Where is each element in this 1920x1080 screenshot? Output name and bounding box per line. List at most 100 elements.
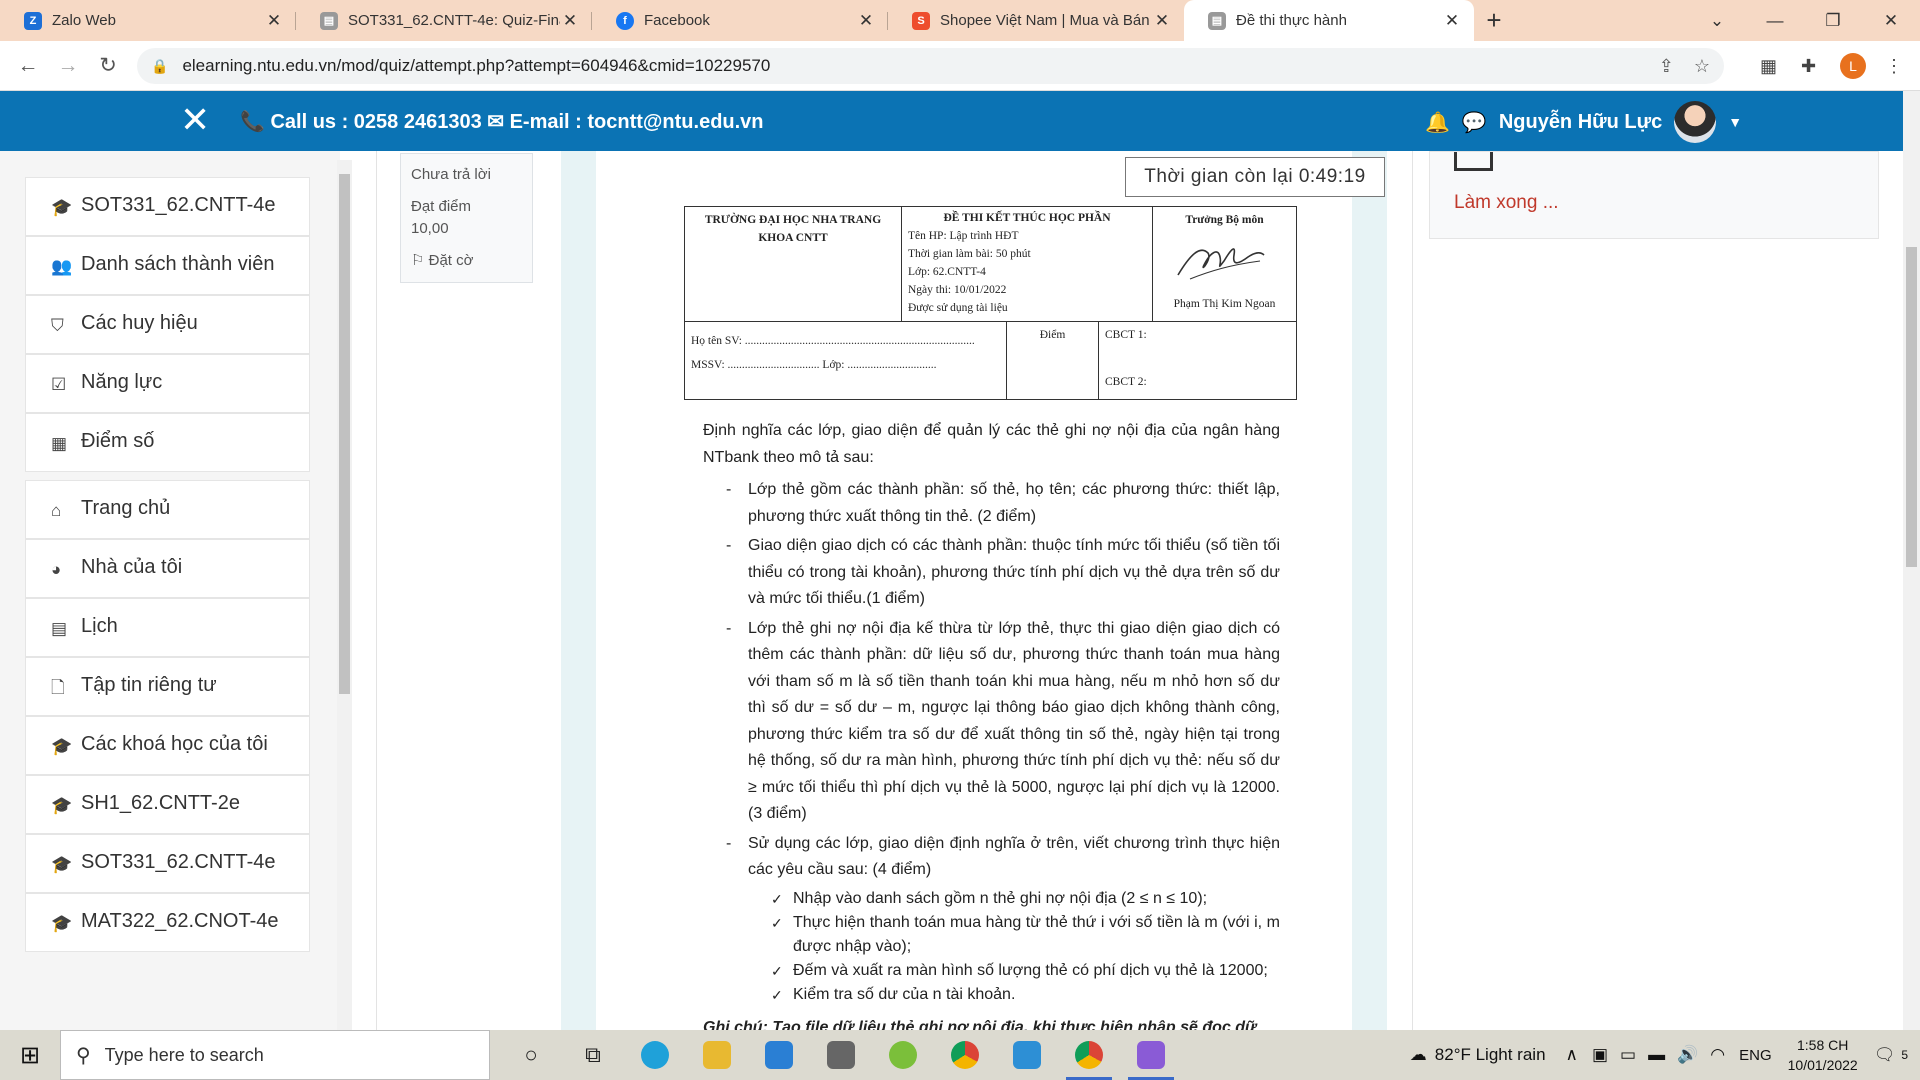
- close-tab-icon[interactable]: ✕: [264, 11, 284, 31]
- forward-button[interactable]: →: [48, 54, 88, 78]
- sidebar-item-4[interactable]: ▦ Điểm số: [25, 413, 310, 472]
- volume-icon[interactable]: 🔊: [1677, 1045, 1698, 1065]
- message-icon[interactable]: 💬: [1462, 110, 1487, 135]
- clock[interactable]: 1:58 CH 10/01/2022: [1788, 1035, 1858, 1075]
- question-nav-button[interactable]: [1454, 152, 1493, 171]
- mail-icon[interactable]: [748, 1030, 810, 1080]
- profile-button[interactable]: L: [1840, 41, 1866, 91]
- sidebar-item-8[interactable]: 🗋 Tập tin riêng tư: [25, 657, 310, 716]
- sidebar-item-2[interactable]: ⛉ Các huy hiệu: [25, 295, 310, 354]
- bell-icon[interactable]: 🔔: [1425, 110, 1450, 135]
- sidebar-item-label: MAT322_62.CNOT-4e: [81, 910, 279, 932]
- edge-icon[interactable]: [624, 1030, 686, 1080]
- sidebar-item-11[interactable]: 🎓 SOT331_62.CNTT-4e: [25, 834, 310, 893]
- tab-shopee[interactable]: S Shopee Việt Nam | Mua và Bán T ✕: [888, 0, 1184, 41]
- file-explorer-icon[interactable]: [686, 1030, 748, 1080]
- clock-time: 1:58 CH: [1797, 1037, 1849, 1053]
- notification-icon[interactable]: 🗨: [1874, 1045, 1896, 1065]
- address-bar[interactable]: 🔒 elearning.ntu.edu.vn/mod/quiz/attempt.…: [137, 48, 1724, 84]
- task-view-icon[interactable]: ⧉: [562, 1030, 624, 1080]
- tray-app-icon[interactable]: ▣: [1592, 1045, 1608, 1065]
- school-name: TRƯỜNG ĐẠI HỌC NHA TRANG: [704, 214, 882, 226]
- bookmark-star-icon[interactable]: ☆: [1694, 56, 1710, 77]
- caret-down-icon[interactable]: ▼: [1728, 114, 1742, 130]
- sidebar-item-3[interactable]: ☑ Năng lực: [25, 354, 310, 413]
- tab-de-thi-thuc-hanh[interactable]: ▤ Đề thi thực hành ✕: [1184, 0, 1474, 41]
- mark-value: 10,00: [411, 220, 449, 237]
- share-icon[interactable]: ⇪: [1659, 56, 1674, 77]
- exam-intro: Định nghĩa các lớp, giao diện để quản lý…: [703, 422, 1280, 466]
- close-drawer-icon[interactable]: ✕: [180, 101, 210, 139]
- taskbar-search-box[interactable]: ⚲ Type here to search: [60, 1030, 490, 1080]
- browser-menu-icon[interactable]: ⋮: [1885, 41, 1903, 91]
- windows-start-icon[interactable]: ⊞: [0, 1041, 60, 1070]
- visual-studio-icon[interactable]: [1120, 1030, 1182, 1080]
- exam-subtask: Thực hiện thanh toán mua hàng từ thẻ thứ…: [703, 911, 1280, 959]
- wifi-icon[interactable]: ◠: [1710, 1045, 1725, 1065]
- sidebar-item-12[interactable]: 🎓 MAT322_62.CNOT-4e: [25, 893, 310, 952]
- tab-quiz-final[interactable]: ▤ SOT331_62.CNTT-4e: Quiz-Final ✕: [296, 0, 592, 41]
- page-scrollbar-thumb[interactable]: [1906, 247, 1917, 567]
- dashboard-icon: ◕: [51, 560, 62, 579]
- tab-facebook[interactable]: f Facebook ✕: [592, 0, 888, 41]
- language-indicator[interactable]: ENG: [1739, 1047, 1772, 1064]
- graduation-cap-icon: 🎓: [51, 796, 73, 815]
- back-button[interactable]: ←: [8, 54, 48, 78]
- tab-title: Facebook: [644, 12, 710, 29]
- sidebar-item-9[interactable]: 🎓 Các khoá học của tôi: [25, 716, 310, 775]
- app-icon[interactable]: [996, 1030, 1058, 1080]
- nav-scrollbar[interactable]: [337, 160, 352, 1030]
- page-scrollbar[interactable]: [1903, 91, 1920, 1030]
- sidebar-item-10[interactable]: 🎓 SH1_62.CNTT-2e: [25, 775, 310, 834]
- close-tab-icon[interactable]: ✕: [1442, 11, 1462, 31]
- tab-title: Shopee Việt Nam | Mua và Bán T: [940, 12, 1152, 29]
- divider: [1412, 151, 1413, 1030]
- qr-extension-icon[interactable]: ▦: [1760, 41, 1777, 91]
- lock-icon[interactable]: 🔒: [151, 58, 168, 75]
- user-menu[interactable]: 🔔 💬 Nguyễn Hữu Lực ▼: [1425, 101, 1742, 143]
- cortana-icon[interactable]: ○: [500, 1030, 562, 1080]
- finish-attempt-link[interactable]: Làm xong ...: [1454, 192, 1559, 214]
- meet-now-icon[interactable]: ▭: [1620, 1045, 1636, 1065]
- maximize-button[interactable]: ❐: [1804, 11, 1862, 31]
- tab-title: Zalo Web: [52, 12, 116, 29]
- flag-question-link[interactable]: ⚐ Đặt cờ: [411, 250, 522, 272]
- chevron-up-icon[interactable]: ∧: [1566, 1045, 1578, 1065]
- battery-icon[interactable]: ▬: [1648, 1045, 1665, 1065]
- profile-avatar: L: [1840, 53, 1866, 79]
- question-info: Chưa trả lời Đạt điểm 10,00 ⚐ Đặt cờ: [400, 153, 533, 283]
- zalo-icon: Z: [24, 11, 42, 30]
- sidebar-item-label: Lịch: [81, 615, 118, 637]
- new-tab-button[interactable]: +: [1474, 0, 1514, 41]
- mark-label: Đạt điểm: [411, 198, 472, 215]
- sidebar-item-1[interactable]: 👥 Danh sách thành viên: [25, 236, 310, 295]
- close-tab-icon[interactable]: ✕: [856, 11, 876, 31]
- reload-button[interactable]: ↻: [88, 53, 128, 78]
- extensions-puzzle-icon[interactable]: ✚: [1801, 41, 1816, 91]
- exam-title: ĐỀ THI KẾT THÚC HỌC PHẦN: [943, 212, 1111, 224]
- sidebar-item-label: Các khoá học của tôi: [81, 733, 268, 755]
- sidebar-item-6[interactable]: ◕ Nhà của tôi: [25, 539, 310, 598]
- sidebar-item-0[interactable]: 🎓 SOT331_62.CNTT-4e: [25, 177, 310, 236]
- evkey-icon[interactable]: [872, 1030, 934, 1080]
- sidebar-item-5[interactable]: ⌂ Trang chủ: [25, 480, 310, 539]
- tab-zalo[interactable]: Z Zalo Web ✕: [0, 0, 296, 41]
- user-avatar[interactable]: [1674, 101, 1717, 143]
- tab-search-icon[interactable]: ⌄: [1688, 11, 1746, 31]
- chrome-profile-icon[interactable]: [1058, 1030, 1120, 1080]
- minimize-button[interactable]: —: [1746, 11, 1804, 31]
- sidebar-item-label: Điểm số: [81, 430, 155, 452]
- close-tab-icon[interactable]: ✕: [1152, 11, 1172, 31]
- close-window-button[interactable]: ✕: [1862, 11, 1920, 31]
- graduation-cap-icon: 🎓: [51, 855, 73, 874]
- sidebar-item-7[interactable]: ▤ Lịch: [25, 598, 310, 657]
- contact-info: 📞 Call us : 0258 2461303 ✉ E-mail : tocn…: [240, 111, 764, 133]
- nav-drawer: 🎓 SOT331_62.CNTT-4e 👥 Danh sách thành viên ⛉…: [0, 151, 340, 1030]
- nav-scrollbar-thumb[interactable]: [339, 174, 350, 694]
- camera-icon[interactable]: [810, 1030, 872, 1080]
- weather-text[interactable]: 82°F Light rain: [1435, 1045, 1546, 1065]
- sidebar-item-label: Danh sách thành viên: [81, 253, 275, 275]
- weather-icon[interactable]: ☁: [1410, 1045, 1427, 1065]
- close-tab-icon[interactable]: ✕: [560, 11, 580, 31]
- chrome-icon[interactable]: [934, 1030, 996, 1080]
